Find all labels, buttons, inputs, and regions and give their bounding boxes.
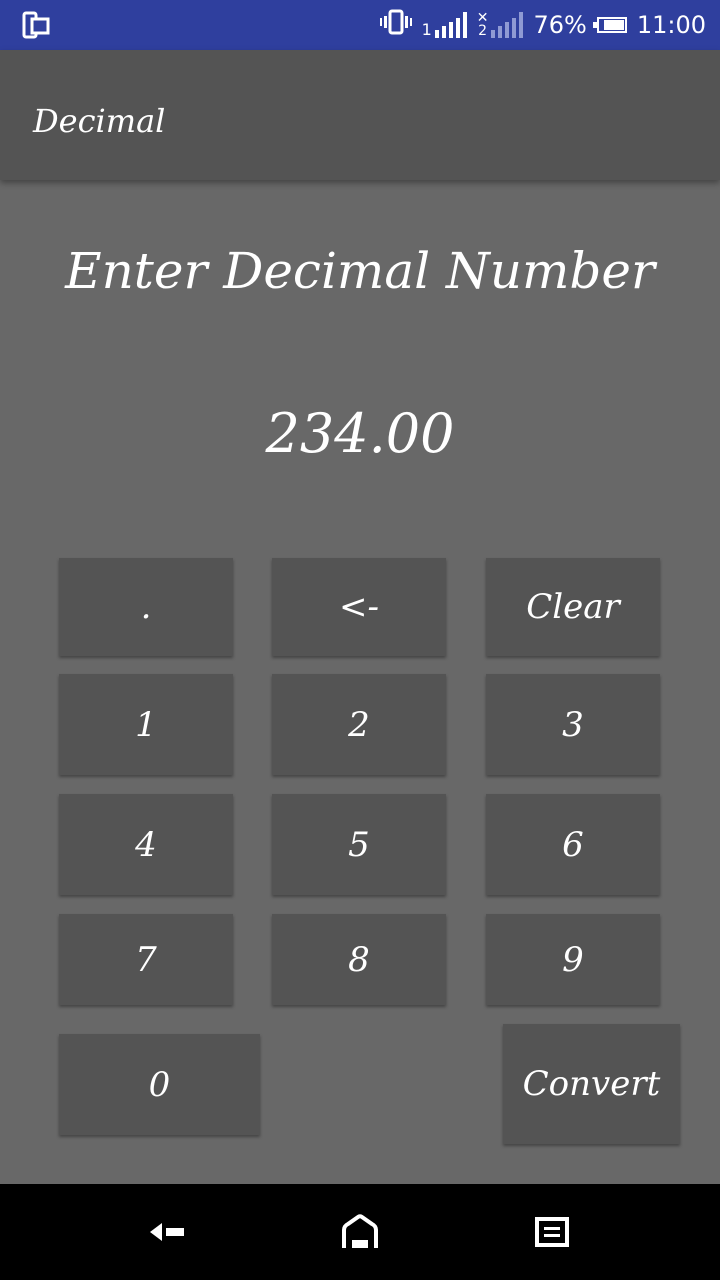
key-5-button[interactable]: 5 (272, 794, 446, 895)
key-6-button[interactable]: 6 (486, 794, 660, 895)
key-1-button[interactable]: 1 (59, 674, 233, 775)
key-9-button[interactable]: 9 (486, 914, 660, 1005)
status-time: 11:00 (636, 11, 706, 39)
screen-mirror-icon (22, 11, 50, 43)
back-icon[interactable] (108, 1184, 228, 1280)
recents-icon[interactable] (492, 1184, 612, 1280)
key-2-button[interactable]: 2 (272, 674, 446, 775)
sim2-label: 2 (478, 23, 488, 39)
dot-button[interactable]: . (59, 558, 233, 656)
clear-button[interactable]: Clear (486, 558, 660, 656)
app-bar: Decimal (0, 50, 720, 180)
signal-icon: 1 (422, 12, 467, 38)
backspace-button[interactable]: <- (272, 558, 446, 656)
key-3-button[interactable]: 3 (486, 674, 660, 775)
no-signal-icon: ✕ 2 (477, 11, 524, 39)
navigation-bar (0, 1184, 720, 1280)
prompt-label: Enter Decimal Number (65, 242, 655, 300)
convert-button[interactable]: Convert (503, 1024, 680, 1144)
key-7-button[interactable]: 7 (59, 914, 233, 1005)
app-title: Decimal (33, 102, 166, 140)
key-4-button[interactable]: 4 (59, 794, 233, 895)
home-icon[interactable] (300, 1184, 420, 1280)
battery-icon (592, 17, 627, 33)
sim1-label: 1 (421, 20, 432, 39)
status-bar: 1 ✕ 2 76% 11:00 (0, 0, 720, 50)
key-8-button[interactable]: 8 (272, 914, 446, 1005)
battery-percent: 76% (533, 11, 587, 39)
key-0-button[interactable]: 0 (59, 1034, 260, 1135)
number-display: 234.00 (265, 402, 455, 465)
vibrate-icon (379, 9, 412, 41)
